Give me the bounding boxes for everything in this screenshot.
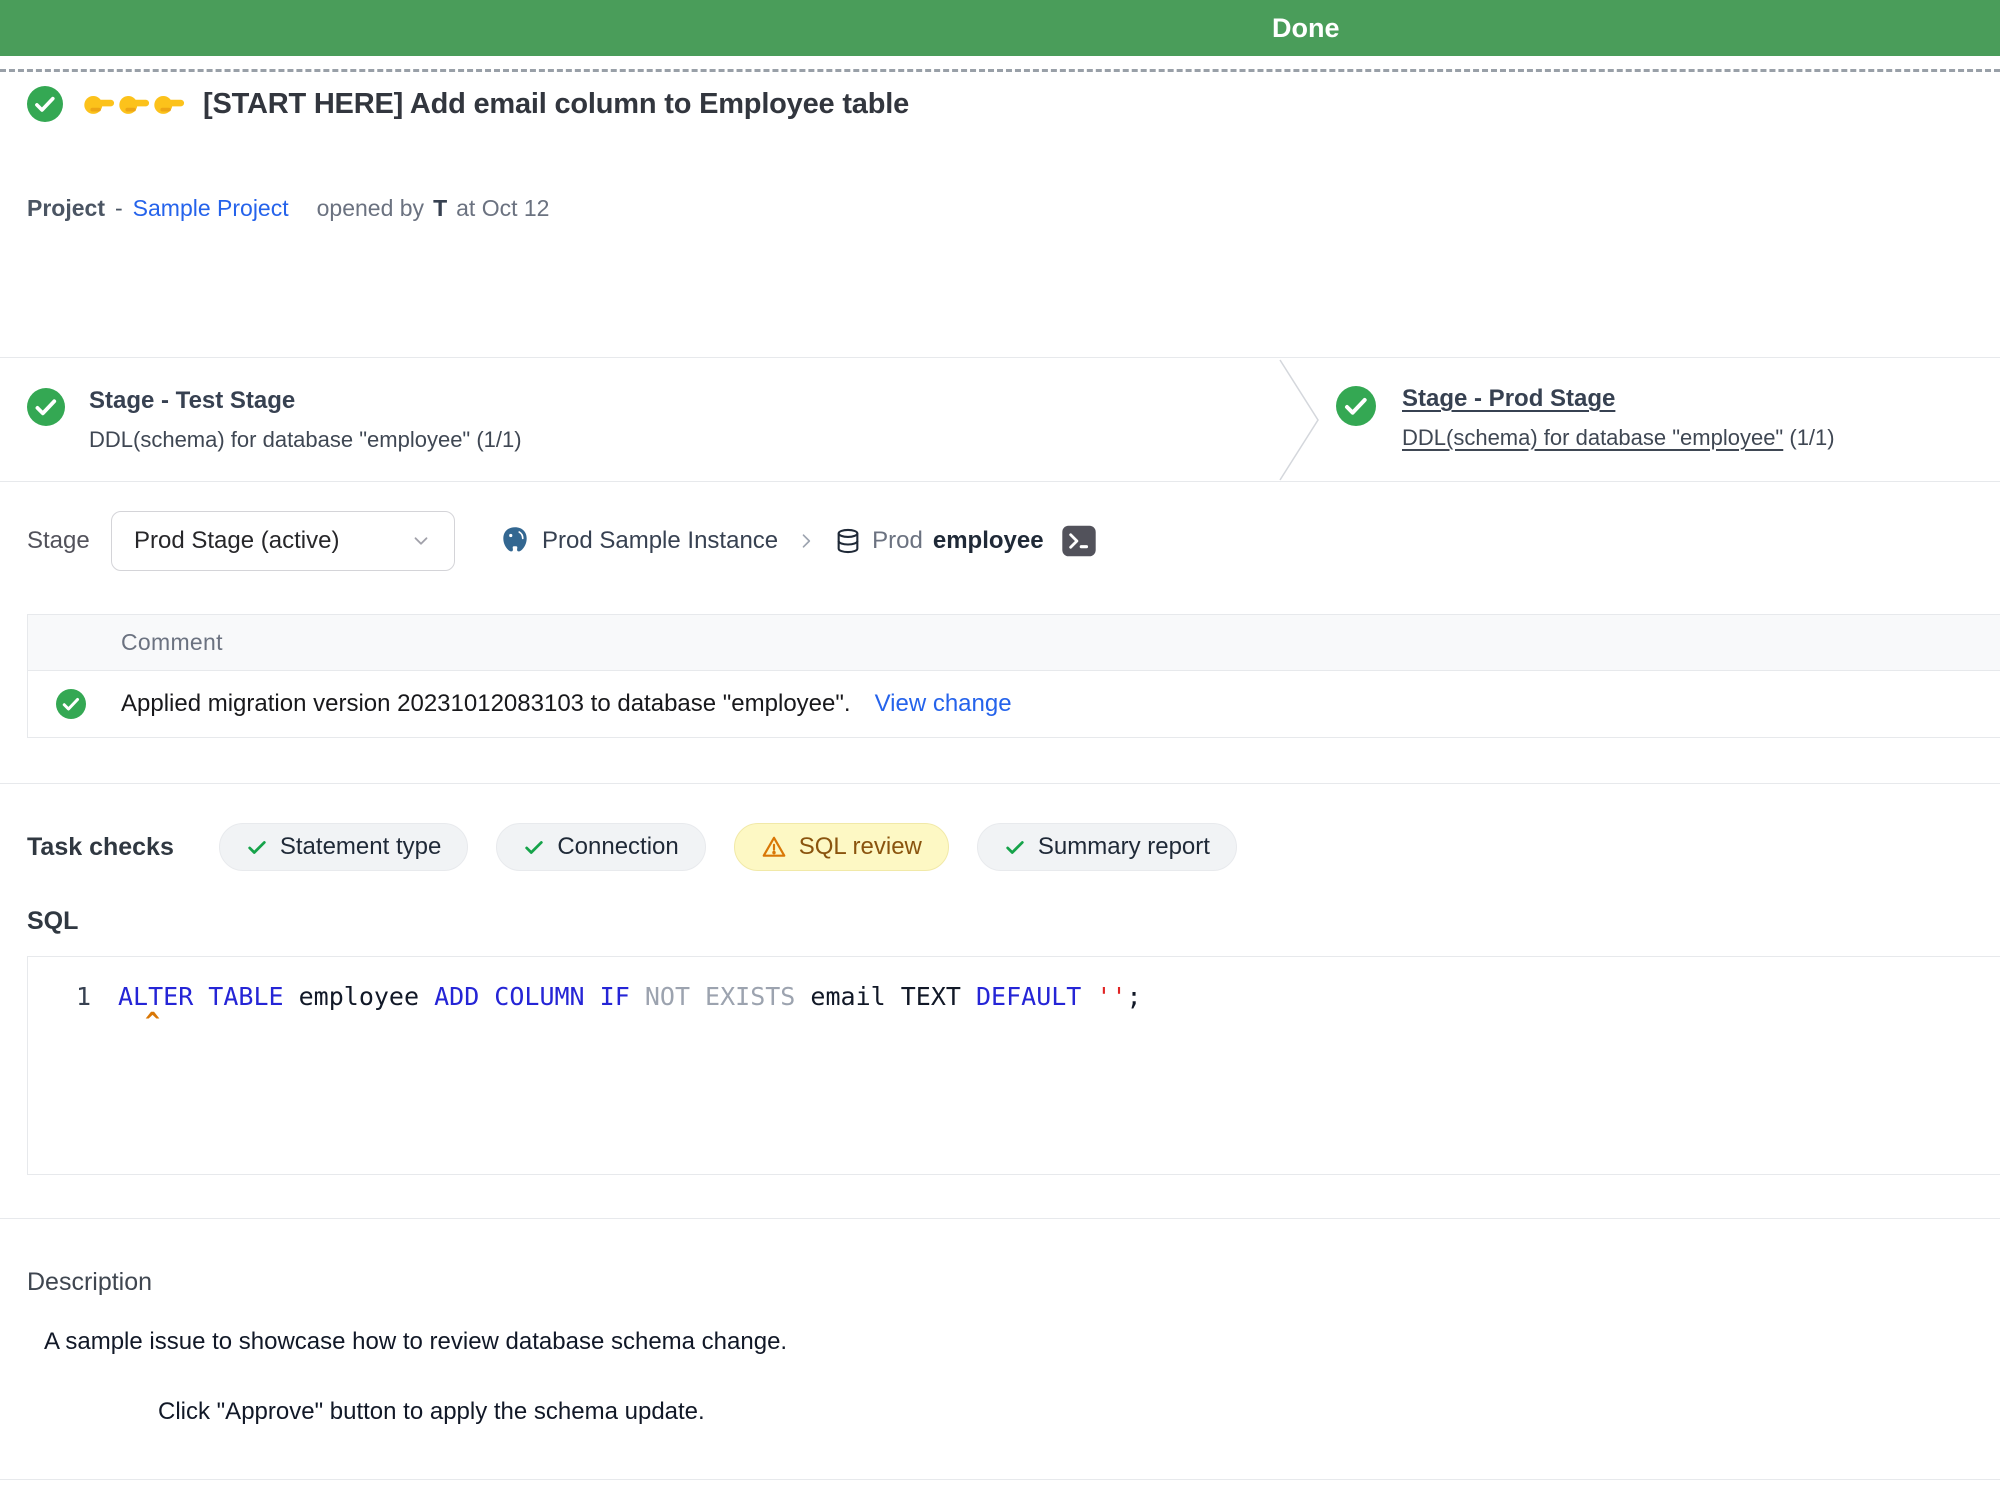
sql-code-line: 1 ALTER TABLE employee ADD COLUMN IF NOT… xyxy=(28,981,2000,1013)
comment-row: Applied migration version 20231012083103… xyxy=(28,671,2000,737)
project-link[interactable]: Sample Project xyxy=(133,195,289,222)
sql-statement: ALTER TABLE employee ADD COLUMN IF NOT E… xyxy=(118,981,1142,1013)
stage-test-title: Stage - Test Stage xyxy=(89,386,522,416)
task-checks-label: Task checks xyxy=(27,833,174,862)
task-checks-row: Task checks Statement type Connection SQ… xyxy=(27,823,1237,871)
postgresql-icon xyxy=(498,524,532,558)
stage-prod-title-link[interactable]: Stage - Prod Stage xyxy=(1402,384,1835,414)
database-icon xyxy=(834,526,862,556)
pointing-finger-emojis: 👉👉👉 xyxy=(81,90,185,118)
check-pill-sql-review[interactable]: SQL review xyxy=(734,823,949,871)
view-change-link[interactable]: View change xyxy=(875,690,1012,718)
creator-name: T xyxy=(433,195,447,222)
section-divider xyxy=(0,1218,2000,1219)
project-dash: - xyxy=(115,195,123,222)
pointing-finger-icon xyxy=(116,90,150,118)
check-pill-label: SQL review xyxy=(799,833,922,861)
stage-selector-label: Stage xyxy=(27,527,89,555)
stage-prod-task-count: (1/1) xyxy=(1789,425,1834,450)
comment-table-header: Comment xyxy=(28,615,2000,671)
description-label: Description xyxy=(27,1268,152,1297)
issue-title: [START HERE] Add email column to Employe… xyxy=(203,88,909,121)
comment-header-label: Comment xyxy=(121,629,223,656)
stage-select[interactable]: Prod Stage (active) xyxy=(111,511,455,571)
chevron-right-icon xyxy=(796,528,816,554)
stage-prod-task-link[interactable]: DDL(schema) for database "employee" xyxy=(1402,425,1783,450)
description-line: A sample issue to showcase how to review… xyxy=(44,1328,787,1356)
status-banner-label: Done xyxy=(1272,0,1340,56)
stage-test-subtitle: DDL(schema) for database "employee" (1/1… xyxy=(89,426,522,454)
check-pill-connection[interactable]: Connection xyxy=(496,823,705,871)
comment-table: Comment Applied migration version 202310… xyxy=(27,614,2000,738)
stage-prod: Stage - Prod Stage DDL(schema) for datab… xyxy=(1336,384,1835,452)
comment-message: Applied migration version 20231012083103… xyxy=(121,690,851,718)
stage-prod-subtitle: DDL(schema) for database "employee" (1/1… xyxy=(1402,424,1835,452)
description-line: Click "Approve" button to apply the sche… xyxy=(158,1398,705,1426)
stage-test: Stage - Test Stage DDL(schema) for datab… xyxy=(27,386,522,454)
project-label: Project xyxy=(27,195,105,222)
check-pass-icon xyxy=(246,836,268,858)
opened-by-label: opened by xyxy=(317,195,424,222)
comment-done-check-icon xyxy=(56,689,86,719)
database-breadcrumb: Prod Sample Instance Prod employee xyxy=(498,524,1096,558)
stage-separator-chevron xyxy=(1278,358,1322,482)
stage-done-check-icon xyxy=(27,388,65,426)
stage-done-check-icon xyxy=(1336,386,1376,426)
check-pass-icon xyxy=(523,836,545,858)
issue-meta-row: Project - Sample Project opened by T at … xyxy=(27,195,549,225)
opened-time: at Oct 12 xyxy=(456,195,549,222)
check-pill-summary-report[interactable]: Summary report xyxy=(977,823,1237,871)
stage-selector-row: Stage Prod Stage (active) Prod Sample In… xyxy=(27,510,1096,572)
chevron-down-icon xyxy=(410,530,432,552)
section-divider xyxy=(0,783,2000,784)
check-pill-statement-type[interactable]: Statement type xyxy=(219,823,468,871)
section-divider xyxy=(0,481,2000,482)
check-pill-label: Connection xyxy=(557,833,678,861)
stage-select-value: Prod Stage (active) xyxy=(134,527,339,555)
sql-review-caret-marker: ^ xyxy=(145,1013,2000,1031)
check-pill-label: Summary report xyxy=(1038,833,1210,861)
section-divider xyxy=(0,1479,2000,1480)
sql-code-viewer: 1 ALTER TABLE employee ADD COLUMN IF NOT… xyxy=(27,956,2000,1175)
check-pill-label: Statement type xyxy=(280,833,441,861)
instance-name[interactable]: Prod Sample Instance xyxy=(542,527,778,555)
pointing-finger-icon xyxy=(81,90,115,118)
issue-title-row: 👉👉👉 [START HERE] Add email column to Emp… xyxy=(27,84,909,124)
database-env: Prod xyxy=(872,527,923,555)
issue-done-check-icon xyxy=(27,86,63,122)
banner-divider xyxy=(0,69,2000,72)
database-name[interactable]: employee xyxy=(933,527,1044,555)
sql-editor-terminal-icon[interactable] xyxy=(1062,525,1096,557)
line-number: 1 xyxy=(64,981,91,1013)
check-pass-icon xyxy=(1004,836,1026,858)
status-banner: Done xyxy=(0,0,2000,56)
section-divider xyxy=(0,357,2000,358)
pointing-finger-icon xyxy=(151,90,185,118)
sql-section-label: SQL xyxy=(27,907,78,936)
warning-triangle-icon xyxy=(761,834,787,860)
